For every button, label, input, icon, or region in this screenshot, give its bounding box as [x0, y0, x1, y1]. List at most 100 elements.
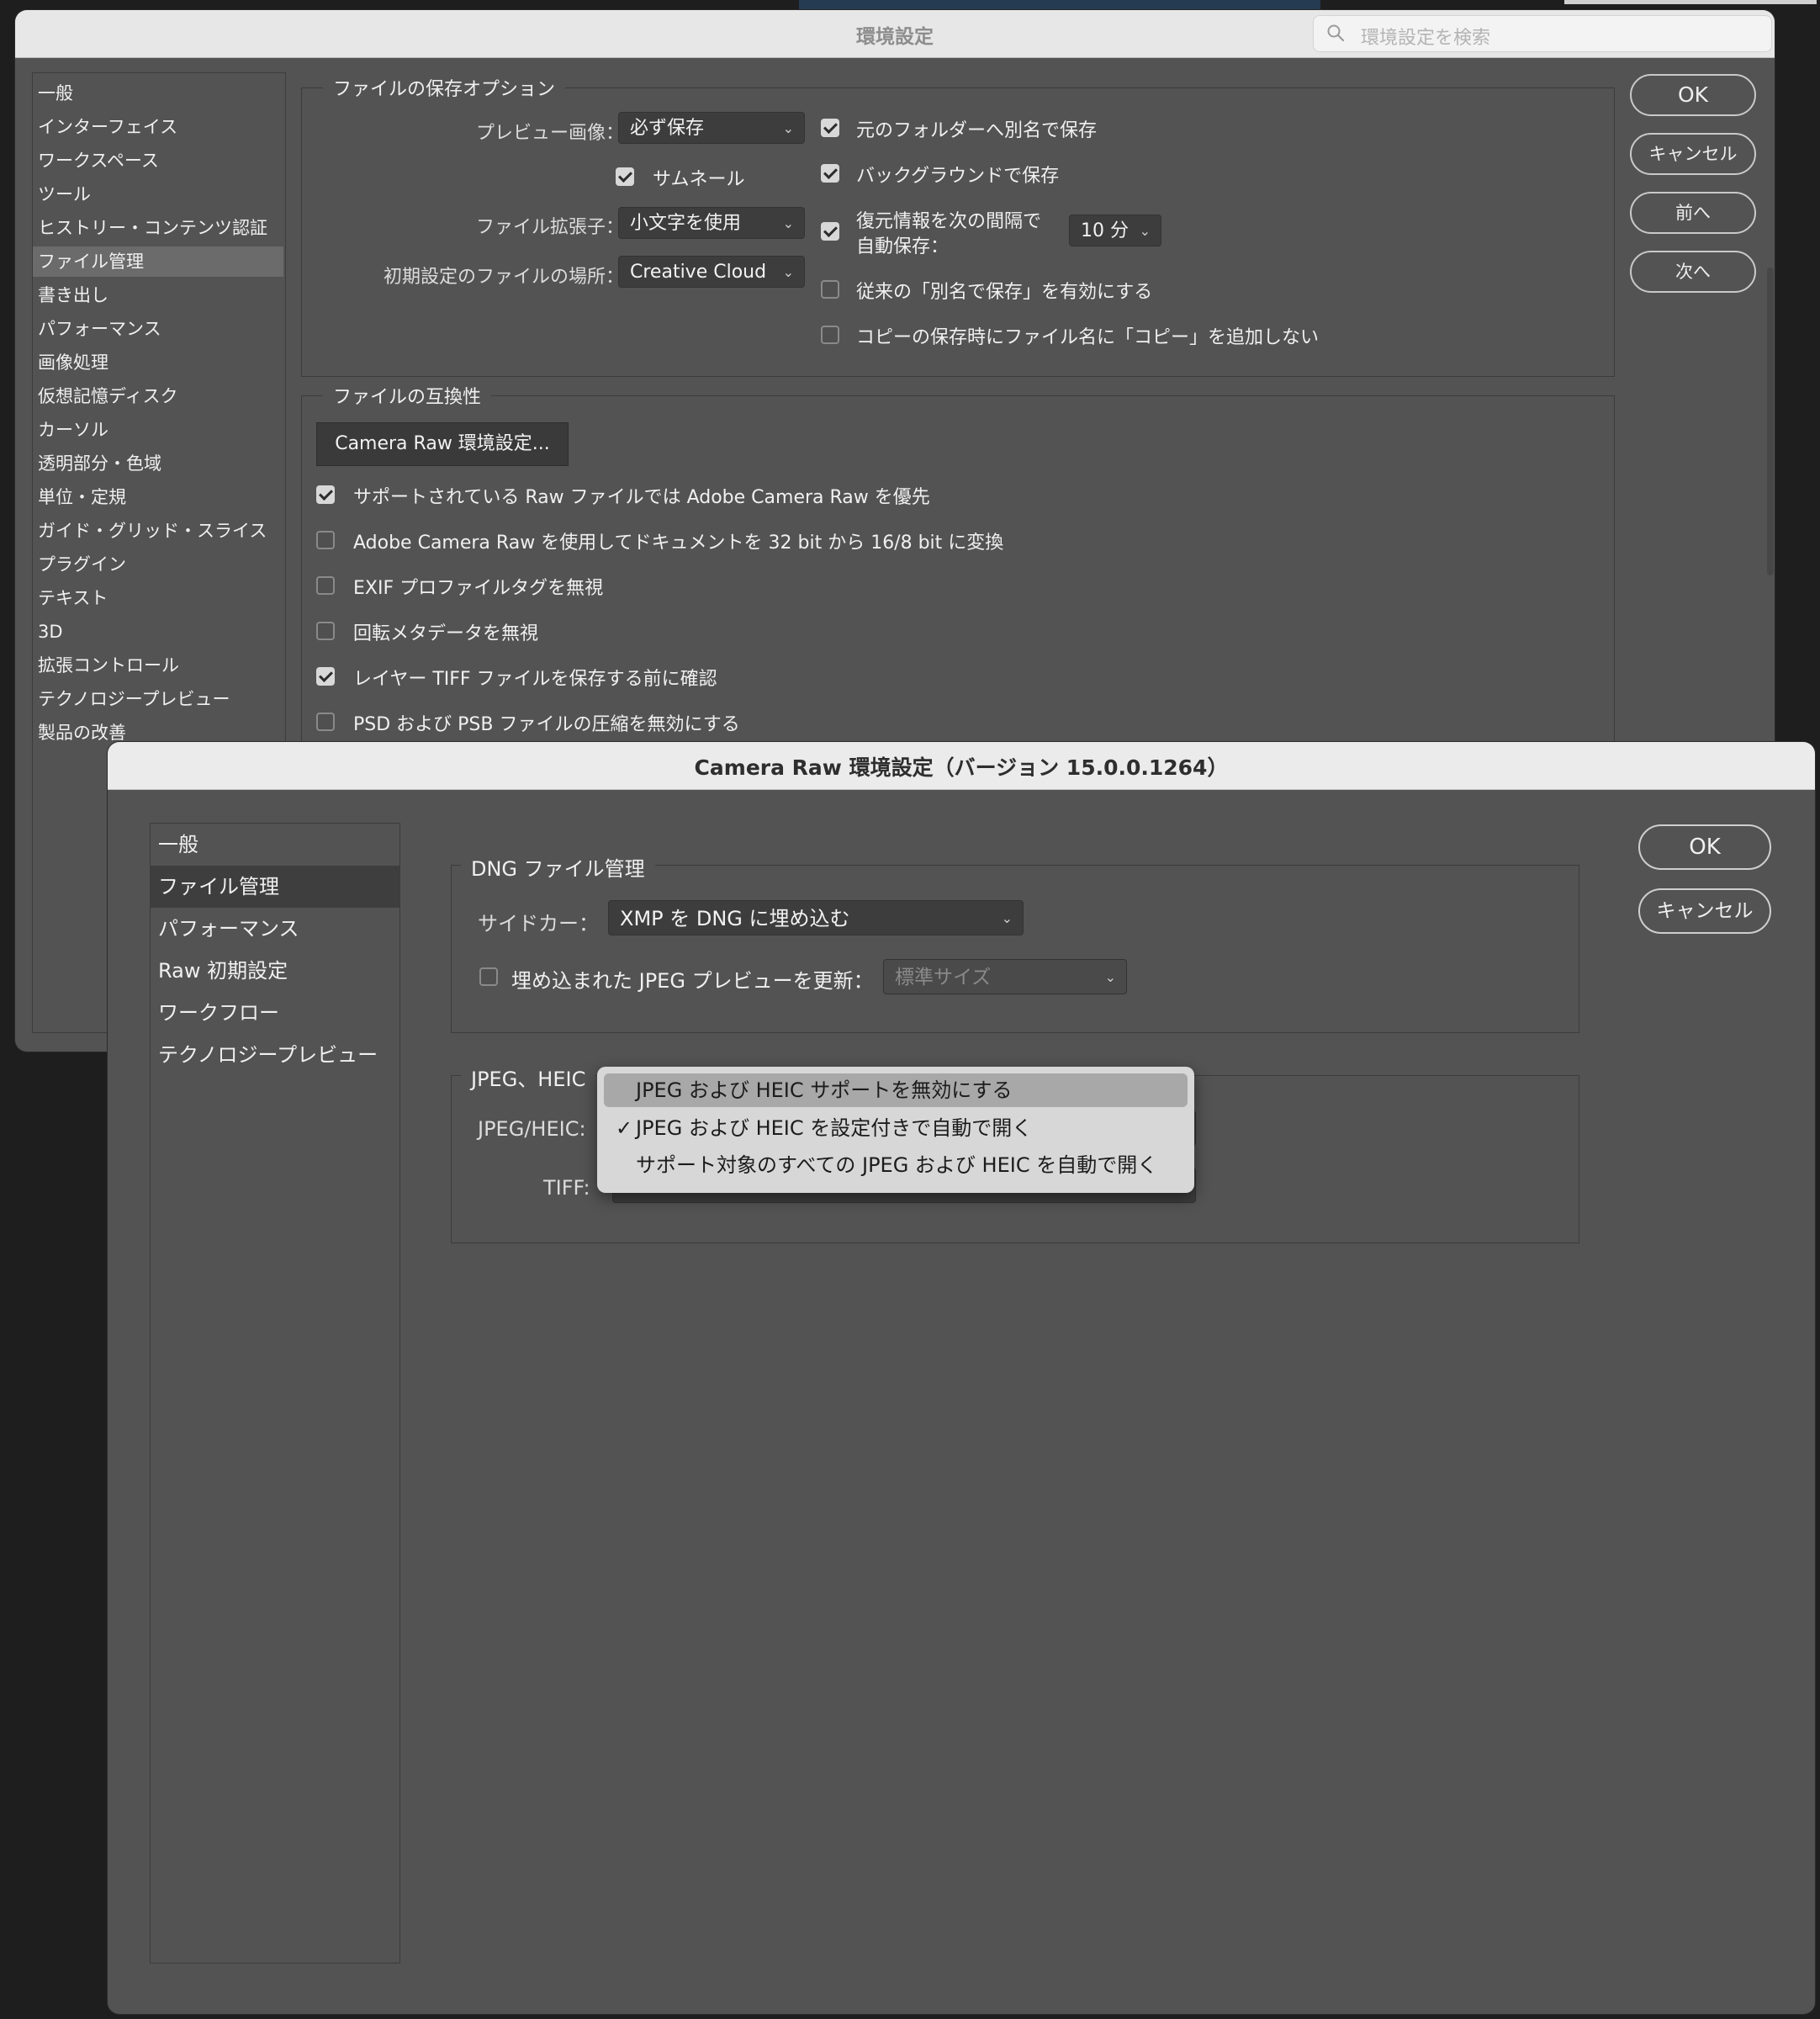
cr-cancel-button[interactable]: キャンセル: [1638, 888, 1771, 934]
background-image-strip: [799, 0, 1320, 10]
sidebar-item-history[interactable]: ヒストリー・コンテンツ認証情報: [38, 213, 282, 268]
sidebar-item-plugins[interactable]: プラグイン: [38, 549, 282, 580]
autosave-interval-select[interactable]: 10 分 ⌄: [1069, 215, 1161, 246]
disable-compression-checkbox[interactable]: [316, 713, 335, 731]
search-field[interactable]: 環境設定を検索: [1313, 15, 1772, 52]
preview-select-value: 必ず保存: [630, 118, 705, 139]
search-icon: [1327, 24, 1344, 41]
sidebar-item-interface[interactable]: インターフェイス: [38, 112, 282, 142]
camera-raw-title: Camera Raw 環境設定（バージョン 15.0.0.1264）: [694, 755, 1229, 780]
legacy-save-as-checkbox[interactable]: [821, 280, 839, 299]
sidebar-item-transparency[interactable]: 透明部分・色域: [38, 448, 282, 479]
sidecar-value: XMP を DNG に埋め込む: [620, 907, 850, 930]
menu-item-disable-jpeg-heic[interactable]: JPEG および HEIC サポートを無効にする: [604, 1073, 1188, 1107]
chevron-down-icon: ⌄: [782, 120, 794, 136]
file-extension-select[interactable]: 小文字を使用 ⌄: [618, 207, 805, 239]
menu-item-label: JPEG および HEIC を設定付きで自動で開く: [636, 1116, 1033, 1140]
chevron-down-icon: ⌄: [1104, 969, 1116, 985]
search-placeholder: 環境設定を検索: [1361, 28, 1491, 49]
legacy-save-as-label: 従来の「別名で保存」を有効にする: [856, 282, 1153, 303]
cr-sidebar-item-performance[interactable]: パフォーマンス: [151, 908, 399, 950]
default-location-select[interactable]: Creative Cloud ⌄: [618, 256, 805, 288]
convert-bit-depth-checkbox[interactable]: [316, 531, 335, 549]
autosave-checkbox[interactable]: [821, 222, 839, 241]
sidebar-item-tech-previews[interactable]: テクノロジープレビュー: [38, 684, 282, 714]
save-as-original-checkbox[interactable]: [821, 119, 839, 137]
save-as-original-label: 元のフォルダーへ別名で保存: [856, 120, 1098, 141]
sidebar-item-tools[interactable]: ツール: [38, 179, 282, 209]
sidebar-item-performance[interactable]: パフォーマンス: [38, 314, 282, 344]
preview-size-value: 標準サイズ: [895, 967, 992, 988]
scrollbar[interactable]: [1767, 268, 1774, 575]
ignore-rotation-label: 回転メタデータを無視: [353, 623, 539, 644]
ignore-exif-checkbox[interactable]: [316, 576, 335, 595]
default-location-label: 初期設定のファイルの場所：: [383, 267, 624, 288]
menu-item-label: サポート対象のすべての JPEG および HEIC を自動で開く: [636, 1153, 1158, 1177]
sidebar-item-workspace[interactable]: ワークスペース: [38, 146, 282, 176]
camera-raw-prefs-window: Camera Raw 環境設定（バージョン 15.0.0.1264） 一般 ファ…: [108, 742, 1815, 2014]
dng-group: [451, 865, 1579, 1033]
no-copy-suffix-checkbox[interactable]: [821, 326, 839, 344]
ok-button[interactable]: OK: [1630, 74, 1756, 116]
sidebar-item-image-processing[interactable]: 画像処理: [38, 347, 282, 378]
preferences-titlebar: 環境設定 環境設定を検索: [15, 10, 1775, 58]
menu-item-auto-open-all[interactable]: サポート対象のすべての JPEG および HEIC を自動で開く: [604, 1148, 1188, 1182]
cr-sidebar-item-file-handling[interactable]: ファイル管理: [151, 866, 399, 908]
cr-sidebar-item-raw-defaults[interactable]: Raw 初期設定: [151, 950, 399, 992]
preview-select[interactable]: 必ず保存 ⌄: [618, 112, 805, 144]
ignore-rotation-checkbox[interactable]: [316, 622, 335, 640]
camera-raw-prefs-button[interactable]: Camera Raw 環境設定...: [316, 422, 569, 466]
sidecar-label: サイドカー：: [478, 912, 599, 935]
sidebar-item-export[interactable]: 書き出し: [38, 280, 282, 310]
cancel-button[interactable]: キャンセル: [1630, 133, 1756, 175]
sidecar-select[interactable]: XMP を DNG に埋め込む ⌄: [608, 900, 1024, 935]
background-save-checkbox[interactable]: [821, 164, 839, 183]
layered-tiff-checkbox[interactable]: [316, 667, 335, 686]
disable-compression-label: PSD および PSB ファイルの圧縮を無効にする: [353, 714, 740, 735]
thumbnail-checkbox[interactable]: [616, 167, 634, 186]
sidebar-item-cursors[interactable]: カーソル: [38, 415, 282, 445]
file-compat-title: ファイルの互換性: [323, 382, 492, 409]
sidebar-item-guides[interactable]: ガイド・グリッド・スライス: [38, 516, 282, 546]
default-location-value: Creative Cloud: [630, 262, 767, 283]
chevron-down-icon: ⌄: [782, 264, 794, 280]
layered-tiff-label: レイヤー TIFF ファイルを保存する前に確認: [353, 669, 717, 690]
preview-size-select[interactable]: 標準サイズ ⌄: [883, 959, 1127, 994]
next-button[interactable]: 次へ: [1630, 251, 1756, 293]
prefer-acr-checkbox[interactable]: [316, 485, 335, 504]
camera-raw-sidebar: 一般 ファイル管理 パフォーマンス Raw 初期設定 ワークフロー テクノロジー…: [150, 823, 400, 1963]
update-jpeg-preview-checkbox[interactable]: [479, 967, 498, 986]
sidebar-item-units[interactable]: 単位・定規: [38, 482, 282, 512]
sidebar-item-general[interactable]: 一般: [38, 78, 282, 109]
thumbnail-label: サムネール: [653, 169, 745, 190]
chevron-down-icon: ⌄: [1001, 910, 1013, 926]
jpeg-heic-group-title: JPEG、HEIC: [461, 1062, 596, 1092]
jpeg-heic-label: JPEG/HEIC:: [478, 1117, 586, 1141]
menu-item-auto-open-with-settings[interactable]: ✓ JPEG および HEIC を設定付きで自動で開く: [604, 1111, 1188, 1145]
menu-item-label: JPEG および HEIC サポートを無効にする: [636, 1078, 1013, 1102]
jpeg-heic-dropdown-menu: JPEG および HEIC サポートを無効にする ✓ JPEG および HEIC…: [597, 1067, 1194, 1193]
chevron-down-icon: ⌄: [782, 215, 794, 231]
cr-sidebar-item-tech-previews[interactable]: テクノロジープレビュー: [151, 1034, 399, 1076]
cr-ok-button[interactable]: OK: [1638, 824, 1771, 870]
no-copy-suffix-label: コピーの保存時にファイル名に「コピー」を追加しない: [856, 327, 1320, 348]
previous-button[interactable]: 前へ: [1630, 192, 1756, 234]
sidebar-item-enhanced-controls[interactable]: 拡張コントロール: [38, 650, 282, 681]
chevron-down-icon: ⌄: [1139, 223, 1151, 239]
background-save-label: バックグラウンドで保存: [856, 166, 1060, 187]
cr-sidebar-item-workflow[interactable]: ワークフロー: [151, 992, 399, 1034]
prefer-acr-label: サポートされている Raw ファイルでは Adobe Camera Raw を優…: [353, 487, 930, 508]
update-jpeg-preview-label: 埋め込まれた JPEG プレビューを更新：: [511, 969, 874, 993]
camera-raw-titlebar: Camera Raw 環境設定（バージョン 15.0.0.1264）: [108, 742, 1815, 790]
file-extension-value: 小文字を使用: [630, 213, 742, 234]
sidebar-item-file-handling[interactable]: ファイル管理: [33, 246, 283, 277]
save-options-title: ファイルの保存オプション: [323, 74, 566, 101]
sidebar-item-3d[interactable]: 3D: [38, 617, 282, 647]
cr-sidebar-item-general[interactable]: 一般: [151, 824, 399, 866]
sidebar-item-scratch-disks[interactable]: 仮想記憶ディスク: [38, 381, 282, 411]
tiff-label: TIFF:: [543, 1176, 590, 1200]
checkmark-icon: ✓: [616, 1116, 633, 1140]
sidebar-item-text[interactable]: テキスト: [38, 583, 282, 613]
autosave-label-line1: 復元情報を次の間隔で: [856, 211, 1042, 232]
background-window-edge: [1564, 0, 1817, 4]
